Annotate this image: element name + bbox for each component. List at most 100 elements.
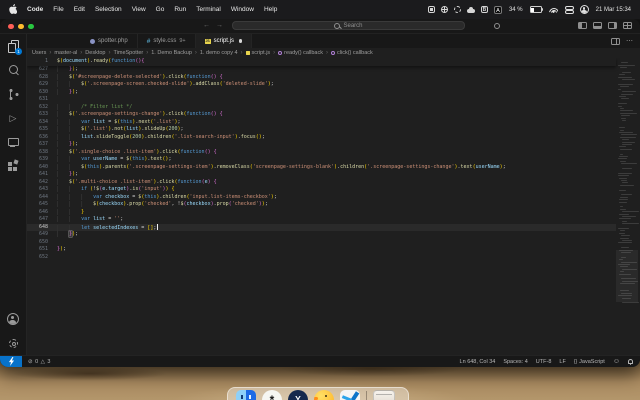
- gear-icon[interactable]: [453, 6, 461, 13]
- code-line[interactable]: 637 });: [27, 141, 616, 149]
- code-line[interactable]: 648 let selectedIndexes = [];: [27, 223, 616, 231]
- accounts-button[interactable]: [0, 307, 26, 331]
- wifi-icon[interactable]: [548, 6, 558, 13]
- code-editor[interactable]: 627 }); 628 $('#screenpage-delete-selecte…: [27, 58, 640, 355]
- b-app-icon[interactable]: B: [480, 6, 488, 13]
- problems-indicator[interactable]: ⊘ 0 △ 3: [22, 359, 50, 365]
- breadcrumb-item[interactable]: 1. demo copy 4: [200, 50, 238, 56]
- breadcrumb-label: ready() callback: [284, 50, 323, 56]
- explorer-button[interactable]: 1: [0, 34, 26, 58]
- code-line[interactable]: 630 });: [27, 88, 616, 97]
- cloud-icon[interactable]: [466, 6, 475, 13]
- language-mode[interactable]: {} JavaScript: [574, 359, 605, 365]
- minimize-button[interactable]: [18, 23, 24, 29]
- back-button[interactable]: ←: [203, 22, 210, 29]
- tab-script.js[interactable]: JS script.js: [195, 34, 253, 48]
- breadcrumb-item[interactable]: click() callback: [331, 50, 373, 56]
- menu-run[interactable]: Run: [174, 6, 186, 13]
- more-actions-icon[interactable]: ⋯: [626, 38, 633, 45]
- search-button[interactable]: [0, 58, 26, 82]
- code-line[interactable]: 629 $('.screenpage-screen.checked-slide'…: [27, 81, 616, 89]
- input-source-icon[interactable]: A: [493, 5, 502, 14]
- code-line[interactable]: 644 var checkbox = $(this).children('inp…: [27, 193, 616, 202]
- toggle-panel-icon[interactable]: [593, 22, 602, 29]
- breadcrumb-item[interactable]: ready() callback: [278, 50, 323, 56]
- menubar-clock[interactable]: 21 Mar 15:34: [596, 7, 631, 13]
- run-debug-button[interactable]: ▷: [0, 106, 26, 130]
- menu-terminal[interactable]: Terminal: [196, 6, 221, 13]
- menu-code[interactable]: Code: [27, 6, 43, 13]
- code-line[interactable]: 633 $('.screenpage-settings-change').cli…: [27, 111, 616, 119]
- y-app-dock-icon[interactable]: Y: [288, 390, 308, 400]
- toggle-secondary-sidebar-icon[interactable]: [608, 22, 617, 29]
- menu-help[interactable]: Help: [264, 6, 277, 13]
- feedback-button[interactable]: ☺: [613, 358, 620, 365]
- minimap-slider[interactable]: [616, 250, 638, 302]
- code-line[interactable]: 632 /* Filter list */: [27, 103, 616, 112]
- breadcrumb-item[interactable]: 1. Demo Backup: [151, 50, 192, 56]
- code-line[interactable]: 1 $(document).ready(function(){: [27, 58, 616, 66]
- command-center-extra-icon[interactable]: [494, 22, 500, 29]
- indentation-setting[interactable]: Spaces: 4: [503, 359, 527, 365]
- code-line[interactable]: 639 var userName = $(this).text();: [27, 156, 616, 164]
- code-line[interactable]: 627 });: [27, 66, 616, 74]
- breadcrumb-item[interactable]: Desktop: [85, 50, 105, 56]
- code-line[interactable]: 646 }: [27, 208, 616, 217]
- source-control-button[interactable]: [0, 82, 26, 106]
- code-line[interactable]: 638 $('.single-choice .list-item').click…: [27, 148, 616, 157]
- menu-file[interactable]: File: [53, 6, 63, 13]
- window-app-icon[interactable]: [427, 6, 435, 13]
- code-line[interactable]: 647 var list = '';: [27, 216, 616, 224]
- code-line[interactable]: 640 $(this).parents('.screenpage-setting…: [27, 163, 616, 172]
- code-line[interactable]: 643 if (!$(e.target).is('input')) {: [27, 186, 616, 194]
- code-line[interactable]: 628 $('#screenpage-delete-selected').cli…: [27, 73, 616, 82]
- code-line[interactable]: 631: [27, 96, 616, 104]
- code-line[interactable]: 650: [27, 239, 616, 247]
- zoom-button[interactable]: [28, 23, 34, 29]
- trash-dock-icon[interactable]: [373, 390, 395, 400]
- user-switch-icon[interactable]: [579, 5, 589, 14]
- remote-indicator[interactable]: [0, 356, 22, 367]
- menu-view[interactable]: View: [132, 6, 146, 13]
- extensions-button[interactable]: [0, 154, 26, 178]
- chatgpt-dock-icon[interactable]: *: [262, 390, 282, 400]
- code-line[interactable]: 651});: [27, 246, 616, 254]
- code-line[interactable]: 652: [27, 254, 616, 262]
- control-center-icon[interactable]: [564, 6, 574, 15]
- apple-logo-icon[interactable]: [9, 3, 18, 16]
- finder-dock-icon[interactable]: [236, 390, 256, 400]
- code-line[interactable]: 641 });: [27, 171, 616, 179]
- forward-button[interactable]: →: [216, 22, 223, 29]
- duck-dock-icon[interactable]: [314, 390, 334, 400]
- menu-edit[interactable]: Edit: [74, 6, 85, 13]
- close-button[interactable]: [8, 23, 14, 29]
- breadcrumb-item[interactable]: Users: [32, 50, 46, 56]
- breadcrumb-item[interactable]: master-al: [54, 50, 77, 56]
- menu-go[interactable]: Go: [156, 6, 165, 13]
- breadcrumb-item[interactable]: script.js: [245, 50, 270, 56]
- code-line[interactable]: 634 var list = $(this).next('.list');: [27, 118, 616, 127]
- minimap[interactable]: [616, 58, 639, 355]
- code-line[interactable]: 635 $('.list').not(list).slideUp(200);: [27, 126, 616, 134]
- command-center[interactable]: Search: [232, 21, 465, 30]
- tab-style.css[interactable]: # style.css 9+: [137, 34, 196, 48]
- code-line[interactable]: 645 $(checkbox).prop('checked', !$(check…: [27, 201, 616, 209]
- code-line[interactable]: 649 });: [27, 231, 616, 239]
- encoding[interactable]: UTF-8: [536, 359, 552, 365]
- settings-gear-button[interactable]: [0, 331, 26, 355]
- customize-layout-icon[interactable]: [623, 22, 632, 29]
- globe-icon[interactable]: [440, 6, 448, 13]
- menu-selection[interactable]: Selection: [95, 6, 122, 13]
- toggle-sidebar-icon[interactable]: [578, 22, 587, 29]
- eol-setting[interactable]: LF: [559, 359, 565, 365]
- tab-spotter.php[interactable]: spotter.php: [81, 34, 138, 48]
- remote-explorer-button[interactable]: [0, 130, 26, 154]
- menu-window[interactable]: Window: [231, 6, 254, 13]
- breadcrumb-item[interactable]: TimeSpotter: [113, 50, 143, 56]
- code-line[interactable]: 636 list.slideToggle(200).children('.lis…: [27, 133, 616, 142]
- vscode-dock-icon[interactable]: [340, 390, 360, 400]
- cursor-position[interactable]: Ln 648, Col 34: [460, 359, 496, 365]
- split-editor-icon[interactable]: [611, 37, 620, 45]
- code-line[interactable]: 642 $('.multi-choice .list-item').click(…: [27, 178, 616, 187]
- notifications-button[interactable]: [628, 359, 633, 365]
